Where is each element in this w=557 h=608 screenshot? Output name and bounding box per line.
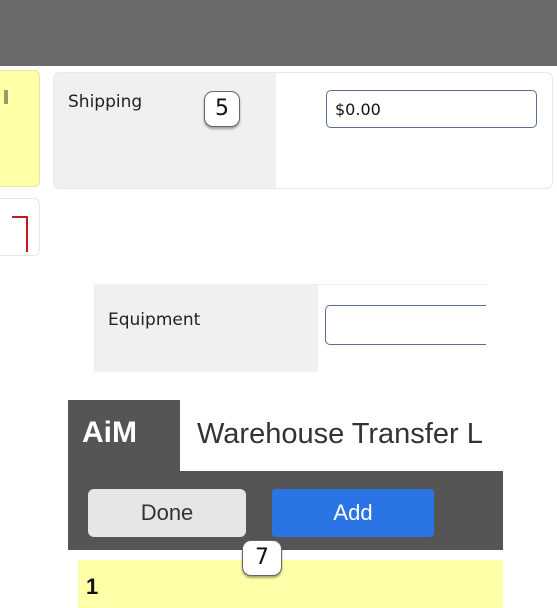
shipping-label-cell [54, 73, 276, 188]
top-toolbar-bar [0, 0, 557, 66]
shipping-input[interactable] [326, 90, 537, 128]
left-highlighted-panel [0, 70, 40, 187]
page-title: Warehouse Transfer L [197, 418, 483, 450]
add-button[interactable]: Add [272, 489, 434, 537]
callout-badge-5: 5 [204, 91, 240, 127]
done-button[interactable]: Done [88, 489, 246, 537]
aim-logo: AiM [82, 416, 137, 449]
callout-badge-7: 7 [242, 540, 282, 576]
equipment-input[interactable] [325, 305, 486, 345]
equipment-label: Equipment [108, 310, 201, 330]
left-panel-edge-mark [4, 90, 8, 104]
red-bracket-icon [12, 216, 28, 252]
shipping-label: Shipping [68, 92, 143, 112]
list-item-number: 1 [86, 574, 99, 599]
list-item[interactable] [78, 560, 503, 608]
